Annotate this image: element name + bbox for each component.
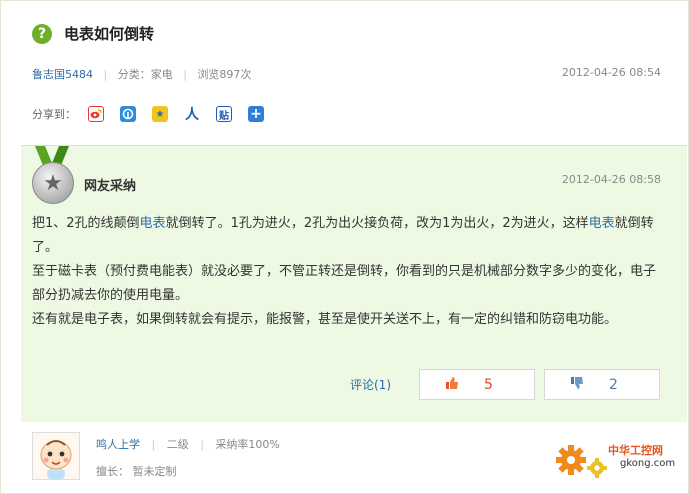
answer-text: 就倒转了。1孔为进火，2孔为出火接负荷，改为1为出火，2为进火，这样 [165, 216, 589, 231]
downvote-button[interactable]: 2 [544, 369, 660, 400]
answerer-specialty: 擅长： 暂未定制 [96, 465, 177, 478]
answer-title: 网友采纳 [84, 179, 137, 194]
qzone-icon[interactable] [120, 106, 136, 122]
watermark-name: 中华工控网 [608, 444, 663, 457]
comment-link[interactable]: 评论(1) [350, 376, 391, 393]
author-link[interactable]: 鲁志国5484 [32, 68, 93, 81]
watermark-url: gkong.com [620, 458, 676, 469]
answerer-info: 鸣人上学 | 二级 | 采纳率100% [96, 436, 280, 452]
share-bar: 分享到： ★ 人 贴 + [32, 106, 280, 123]
keyword-link[interactable]: 电表 [140, 216, 166, 231]
star-icon[interactable]: ★ [152, 106, 168, 122]
upvote-button[interactable]: 5 [419, 369, 535, 400]
divider: | [200, 438, 204, 451]
question-date: 2012-04-26 08:54 [561, 66, 661, 79]
answer-paragraph: 还有就是电子表，如果倒转就会有提示，能报警，甚至是使开关送不上，有一定的纠错和防… [32, 312, 618, 327]
view-count: 浏览897次 [197, 68, 252, 81]
plus-icon[interactable]: + [248, 106, 264, 122]
avatar[interactable] [32, 432, 80, 480]
category-label[interactable]: 分类：家电 [118, 68, 173, 81]
question-title: 电表如何倒转 [64, 25, 155, 43]
divider: | [183, 68, 187, 81]
answer-date: 2012-04-26 08:58 [561, 173, 661, 186]
accepted-answer: ★ 网友采纳 2012-04-26 08:58 把1、2孔的线颠倒电表就倒转了。… [21, 145, 687, 422]
question-mark-icon: ? [32, 24, 52, 44]
medal-star-icon: ★ [32, 162, 74, 204]
weibo-icon[interactable] [88, 106, 104, 122]
thumbs-down-icon [569, 376, 585, 394]
answer-paragraph: 至于磁卡表（预付费电能表）就没必要了，不管正转还是倒转，你看到的只是机械部分数字… [32, 264, 657, 303]
answer-paragraph: 把1、2孔的线颠倒电表就倒转了。1孔为进火，2孔为出火接负荷，改为1为出火，2为… [32, 212, 662, 260]
upvote-count: 5 [484, 376, 493, 393]
tieba-icon[interactable]: 贴 [216, 106, 232, 122]
answer-body: 把1、2孔的线颠倒电表就倒转了。1孔为进火，2孔为出火接负荷，改为1为出火，2为… [32, 212, 662, 332]
question-meta: 鲁志国5484 | 分类：家电 | 浏览897次 [32, 66, 251, 82]
keyword-link[interactable]: 电表 [589, 216, 615, 231]
share-label: 分享到： [32, 108, 76, 121]
thumbs-up-icon [444, 376, 460, 394]
answerer-name[interactable]: 鸣人上学 [96, 438, 140, 451]
downvote-count: 2 [609, 376, 618, 393]
answerer-level: 二级 [166, 438, 189, 451]
renren-icon[interactable]: 人 [184, 106, 200, 123]
answer-text: 把1、2孔的线颠倒 [32, 216, 140, 231]
divider: | [103, 68, 108, 81]
divider: | [151, 438, 156, 451]
accept-rate: 采纳率100% [215, 438, 280, 451]
